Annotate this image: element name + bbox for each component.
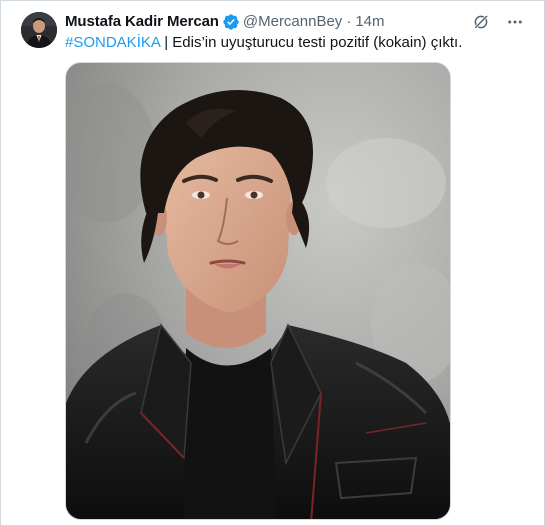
more-options-button[interactable] — [504, 11, 526, 33]
profile-photo-icon — [21, 12, 57, 48]
grok-icon — [473, 14, 489, 30]
verified-badge-icon[interactable] — [222, 13, 240, 31]
portrait-photo-icon — [66, 63, 450, 519]
author-handle[interactable]: @MercannBey — [243, 13, 342, 31]
author-display-name[interactable]: Mustafa Kadir Mercan — [65, 13, 219, 31]
tweet-actions — [470, 11, 526, 33]
tweet-photo[interactable] — [65, 62, 451, 520]
tweet-body-text: | Edis’in uyuşturucu testi pozitif (koka… — [160, 34, 463, 51]
more-options-icon — [508, 20, 522, 24]
tweet-header: Mustafa Kadir Mercan @MercannBey · 14m — [65, 13, 385, 31]
grok-button[interactable] — [470, 11, 492, 33]
avatar[interactable] — [21, 12, 57, 48]
timestamp[interactable]: 14m — [355, 13, 384, 31]
separator-dot: · — [346, 13, 352, 30]
tweet-text: #SONDAKİKA | Edis’in uyuşturucu testi po… — [65, 34, 525, 52]
tweet-card[interactable]: Mustafa Kadir Mercan @MercannBey · 14m #… — [0, 0, 545, 526]
hashtag-link[interactable]: #SONDAKİKA — [65, 34, 160, 51]
